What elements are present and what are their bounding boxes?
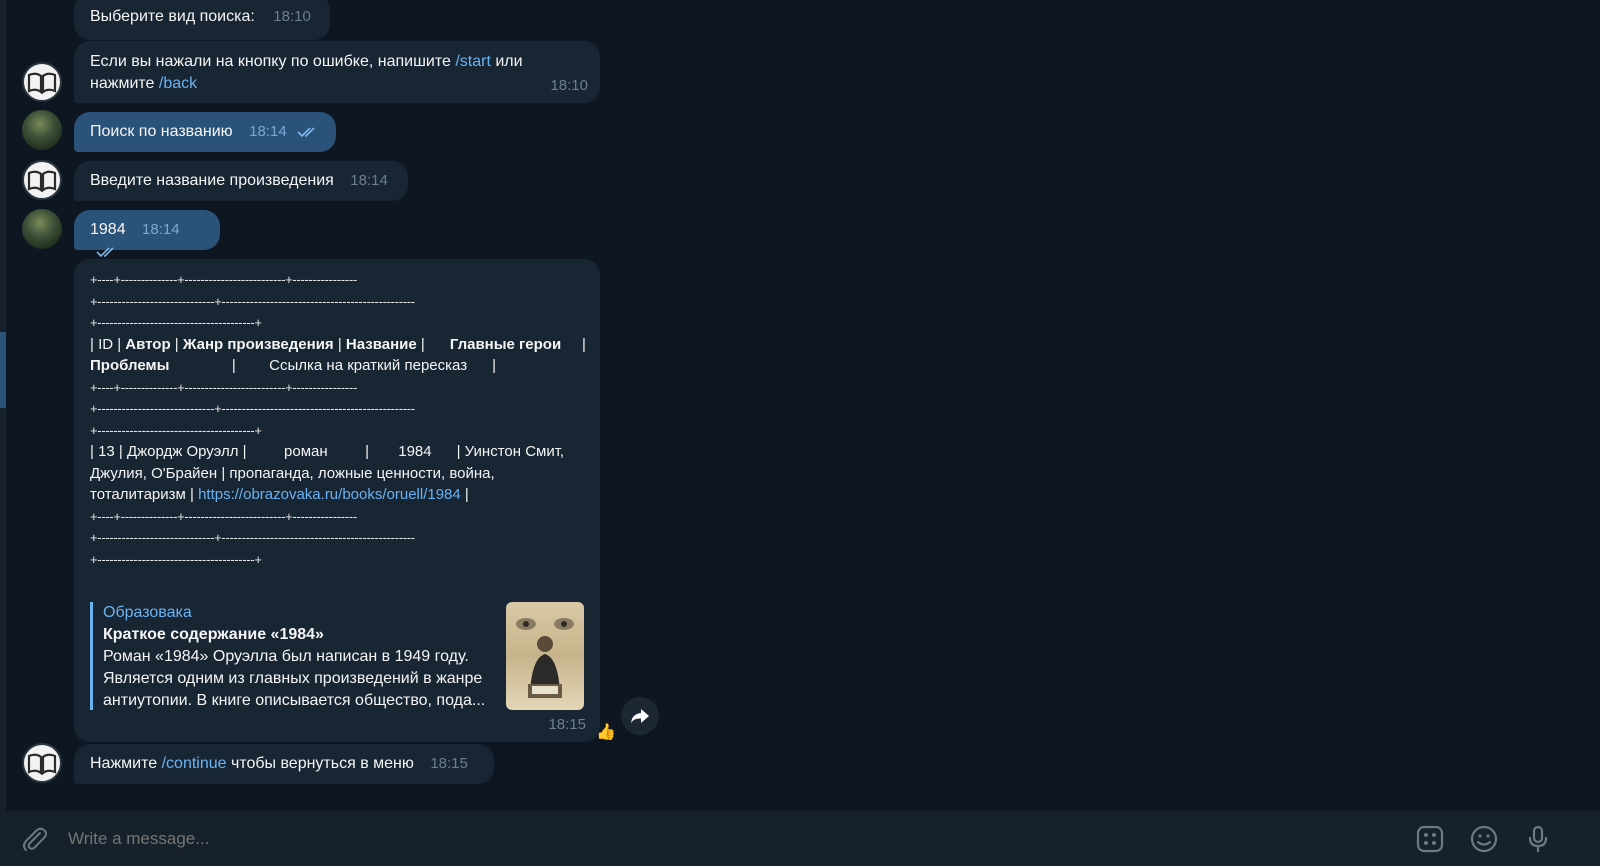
message-text: нажмите [90, 75, 159, 92]
table-rule: +---------------------------------------… [90, 422, 262, 438]
user-message: 1984 18:14 [74, 210, 220, 257]
message-time: 18:10 [273, 8, 311, 25]
bot-avatar[interactable] [22, 743, 62, 783]
bot-avatar[interactable] [22, 160, 62, 200]
emoji-button[interactable] [1468, 823, 1500, 855]
attach-button[interactable] [20, 825, 48, 853]
double-check-icon [297, 127, 315, 137]
microphone-icon [1528, 825, 1548, 853]
bot-avatar[interactable] [22, 62, 62, 102]
table-header: | ID | Автор | Жанр произведения | Назва… [90, 335, 649, 375]
share-button[interactable] [621, 697, 659, 735]
book-icon [27, 170, 57, 193]
bot-message: Введите название произведения 18:14 [74, 161, 408, 201]
table-rule: +---------------------------------------… [90, 315, 262, 330]
message-text: Поиск по названию [90, 123, 233, 140]
message-time: 18:15 [548, 716, 586, 733]
user-avatar[interactable] [22, 209, 62, 249]
table-rule: +----+--------------+-------------------… [90, 272, 357, 287]
link-preview[interactable]: Образовака Краткое содержание «1984» Ром… [90, 602, 584, 710]
bot-message: Нажмите /continue чтобы вернуться в меню… [74, 744, 494, 784]
table-rule: +-----------------------------+---------… [90, 401, 415, 416]
summary-link[interactable]: https://obrazovaka.ru/books/oruell/1984 [198, 486, 461, 503]
message-text: чтобы вернуться в меню [226, 755, 414, 772]
bot-table-message: +----+--------------+-------------------… [74, 259, 600, 742]
message-text: Выберите вид поиска: [90, 8, 255, 25]
preview-description: Роман «1984» Оруэлла был написан в 1949 … [103, 648, 486, 709]
table-row: | 13 | Джордж Оруэлл | роман | 1984 | Уи… [90, 443, 569, 503]
message-text: Если вы нажали на кнопку по ошибке, напи… [90, 53, 456, 70]
user-message: Поиск по названию 18:14 [74, 112, 336, 152]
voice-record-button[interactable] [1522, 823, 1554, 855]
message-list[interactable]: Выберите вид поиска: 18:10 Если вы нажал… [6, 0, 1600, 811]
message-text: или [490, 53, 523, 70]
message-time: 18:10 [550, 77, 588, 94]
emoji-icon [1470, 825, 1498, 853]
message-input[interactable] [68, 811, 1368, 866]
message-time: 18:15 [430, 755, 468, 772]
back-command-link[interactable]: /back [159, 75, 197, 92]
table-rule: +-----------------------------+---------… [90, 293, 415, 309]
bot-commands-icon [1416, 825, 1444, 853]
book-icon [27, 753, 57, 776]
paperclip-icon [23, 827, 47, 851]
thumbs-up-reaction[interactable]: 👍 [596, 722, 616, 742]
table-text: +----+--------------+-------------------… [90, 269, 586, 570]
user-avatar[interactable] [22, 110, 62, 150]
message-time: 18:14 [249, 123, 287, 140]
message-composer [6, 810, 1600, 866]
book-cover-image [516, 618, 574, 698]
message-text: 1984 [90, 221, 126, 238]
book-icon [27, 72, 57, 95]
message-text: Введите название произведения [90, 172, 334, 189]
share-icon [631, 709, 649, 723]
message-time: 18:14 [350, 172, 388, 189]
bot-commands-button[interactable] [1414, 823, 1446, 855]
preview-thumbnail[interactable] [506, 602, 584, 710]
table-rule: +-----------------------------+---------… [90, 530, 415, 545]
table-rule: +---------------------------------------… [90, 551, 262, 567]
table-rule: +----+--------------+-------------------… [90, 379, 357, 395]
bot-message: Выберите вид поиска: 18:10 [74, 0, 330, 40]
message-time: 18:14 [142, 221, 180, 238]
message-text: Нажмите [90, 755, 162, 772]
table-rule: +----+--------------+-------------------… [90, 508, 357, 524]
continue-command-link[interactable]: /continue [162, 755, 227, 772]
double-check-icon [96, 247, 114, 257]
start-command-link[interactable]: /start [455, 53, 491, 70]
bot-message: Если вы нажали на кнопку по ошибке, напи… [74, 41, 600, 103]
